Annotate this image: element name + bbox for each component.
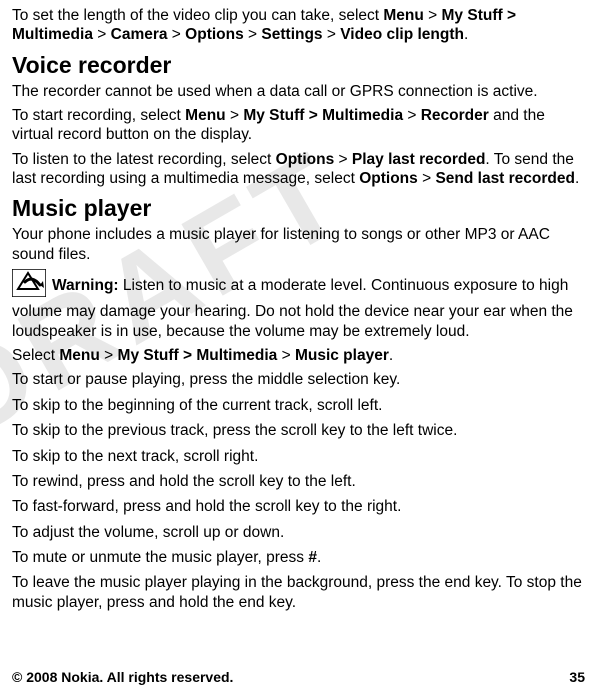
warning-icon xyxy=(12,269,46,302)
video-clip-length-label: Video clip length xyxy=(340,26,464,43)
hash-key: # xyxy=(308,549,317,566)
voice-p1: The recorder cannot be used when a data … xyxy=(12,82,585,101)
play-last-label: Play last recorded xyxy=(352,151,486,168)
page-footer: © 2008 Nokia. All rights reserved. 35 xyxy=(12,669,585,687)
gt: > xyxy=(168,26,186,43)
gt: > xyxy=(244,26,262,43)
warning-label: Warning: xyxy=(52,277,123,294)
text: To set the length of the video clip you … xyxy=(12,7,383,24)
gt: > xyxy=(424,7,442,24)
music-player-label: Music player xyxy=(295,347,389,364)
mystuff-label: My Stuff > Multimedia xyxy=(118,347,278,364)
heading-music-player: Music player xyxy=(12,194,585,223)
gt: > xyxy=(226,107,244,124)
gt: > xyxy=(100,347,118,364)
dot: . xyxy=(389,347,393,364)
settings-label: Settings xyxy=(261,26,322,43)
send-last-label: Send last recorded xyxy=(435,170,575,187)
menu-label: Menu xyxy=(383,7,423,24)
gt: > xyxy=(334,151,352,168)
recorder-label: Recorder xyxy=(421,107,489,124)
music-p4: To skip to the beginning of the current … xyxy=(12,396,585,415)
text: To listen to the latest recording, selec… xyxy=(12,151,276,168)
music-p5: To skip to the previous track, press the… xyxy=(12,421,585,440)
text: To start recording, select xyxy=(12,107,185,124)
menu-label: Menu xyxy=(59,347,99,364)
gt: > xyxy=(93,26,111,43)
gt: > xyxy=(277,347,295,364)
dot: . xyxy=(317,549,321,566)
menu-label: Menu xyxy=(185,107,225,124)
heading-voice-recorder: Voice recorder xyxy=(12,51,585,80)
gt: > xyxy=(418,170,436,187)
page-number: 35 xyxy=(569,669,585,687)
voice-p3: To listen to the latest recording, selec… xyxy=(12,150,585,189)
warning-paragraph: Warning: Listen to music at a moderate l… xyxy=(12,269,585,341)
camera-label: Camera xyxy=(111,26,168,43)
music-p7: To rewind, press and hold the scroll key… xyxy=(12,472,585,491)
voice-p2: To start recording, select Menu > My Stu… xyxy=(12,106,585,145)
music-select: Select Menu > My Stuff > Multimedia > Mu… xyxy=(12,346,585,365)
gt: > xyxy=(403,107,421,124)
copyright-text: © 2008 Nokia. All rights reserved. xyxy=(12,669,233,687)
music-p10: To mute or unmute the music player, pres… xyxy=(12,548,585,567)
page-content: To set the length of the video clip you … xyxy=(12,6,585,612)
dot: . xyxy=(575,170,579,187)
gt: > xyxy=(323,26,341,43)
mystuff-label: My Stuff > Multimedia xyxy=(243,107,403,124)
music-p6: To skip to the next track, scroll right. xyxy=(12,447,585,466)
music-p8: To fast-forward, press and hold the scro… xyxy=(12,497,585,516)
text: To mute or unmute the music player, pres… xyxy=(12,549,308,566)
music-p11: To leave the music player playing in the… xyxy=(12,573,585,612)
text: Select xyxy=(12,347,59,364)
options-label: Options xyxy=(276,151,335,168)
music-p9: To adjust the volume, scroll up or down. xyxy=(12,523,585,542)
music-p3: To start or pause playing, press the mid… xyxy=(12,370,585,389)
options-label: Options xyxy=(185,26,244,43)
music-intro: Your phone includes a music player for l… xyxy=(12,225,585,264)
dot: . xyxy=(464,26,468,43)
options-label2: Options xyxy=(359,170,418,187)
intro-video-clip-length: To set the length of the video clip you … xyxy=(12,6,585,45)
